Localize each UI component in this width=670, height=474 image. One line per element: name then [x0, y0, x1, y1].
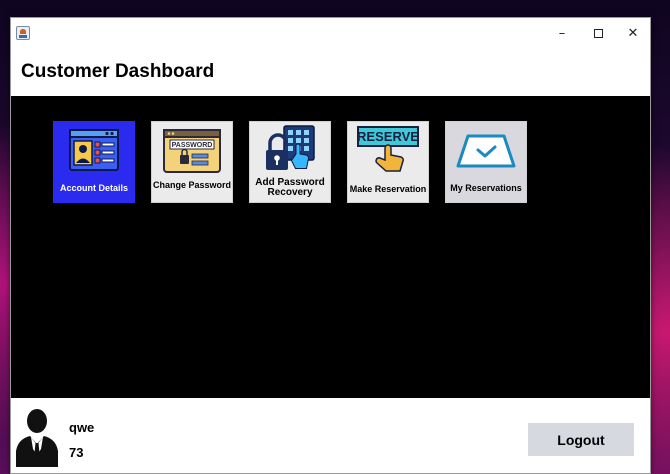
reserve-icon-text: RESERVE [357, 129, 419, 144]
close-icon: ✕ [627, 25, 639, 41]
maximize-icon [593, 28, 603, 38]
dashboard-panel: Account Details PASSWORD Change Password [11, 96, 650, 398]
title-bar: – ✕ [11, 18, 650, 48]
account-details-icon [69, 129, 119, 171]
change-password-label: Change Password [152, 180, 232, 190]
user-avatar-icon [16, 409, 58, 467]
make-reservation-tile[interactable]: RESERVE Make Reservation [347, 121, 429, 203]
user-id: 73 [69, 445, 84, 460]
user-name: qwe [69, 420, 95, 435]
ticket-check-icon [456, 134, 516, 168]
minimize-button[interactable]: – [544, 18, 580, 48]
header: Customer Dashboard [11, 48, 650, 96]
maximize-button[interactable] [580, 18, 616, 48]
add-password-recovery-label: Add Password Recovery [255, 177, 325, 198]
lock-keypad-icon [266, 125, 315, 170]
my-reservations-tile[interactable]: My Reservations [445, 121, 527, 203]
page-title: Customer Dashboard [21, 61, 215, 82]
logout-button[interactable]: Logout [528, 423, 634, 456]
account-details-label: Account Details [59, 183, 128, 193]
add-password-recovery-tile[interactable]: Add Password Recovery [249, 121, 331, 203]
password-icon-text: PASSWORD [172, 142, 213, 149]
change-password-tile[interactable]: PASSWORD Change Password [151, 121, 233, 203]
password-form-icon: PASSWORD [163, 129, 221, 173]
footer: qwe 73 Logout [11, 398, 650, 473]
my-reservations-label: My Reservations [450, 183, 522, 193]
make-reservation-label: Make Reservation [349, 184, 427, 194]
java-app-icon [16, 26, 30, 40]
close-button[interactable]: ✕ [615, 18, 650, 48]
reserve-button-icon: RESERVE [357, 126, 419, 172]
app-window: – ✕ Customer Dashboard Account Details P… [10, 17, 651, 474]
minimize-icon: – [558, 25, 566, 41]
account-details-tile[interactable]: Account Details [53, 121, 135, 203]
